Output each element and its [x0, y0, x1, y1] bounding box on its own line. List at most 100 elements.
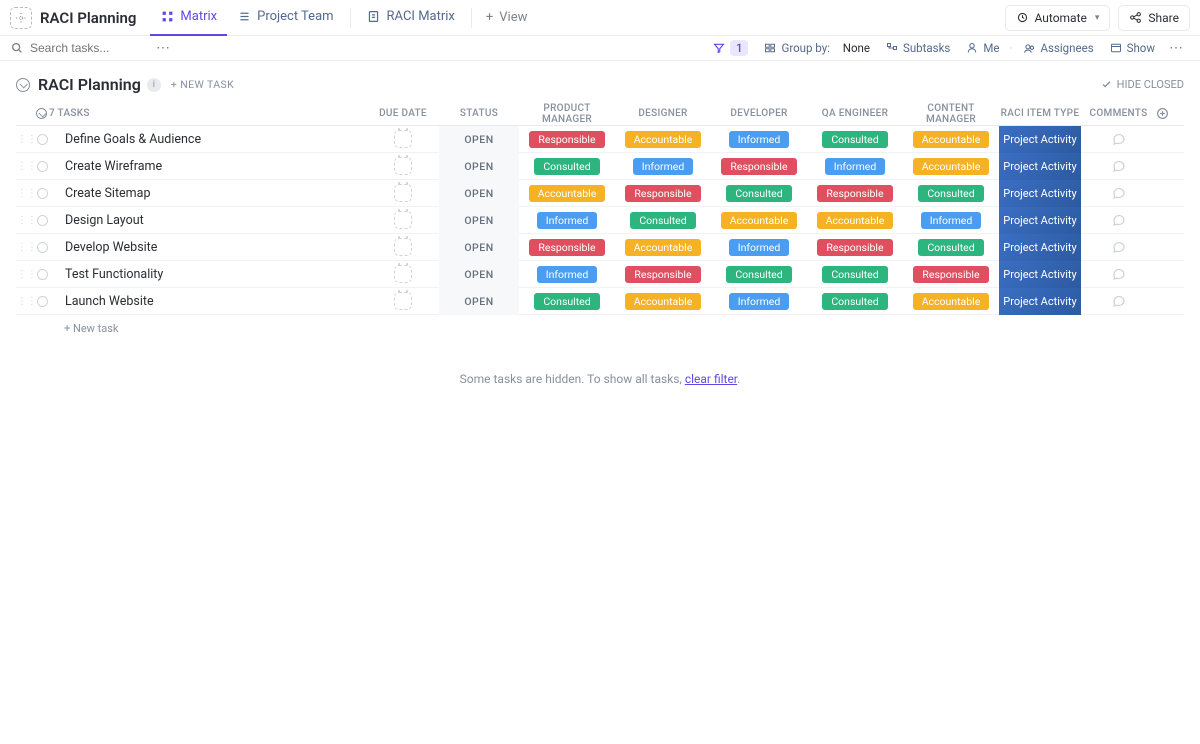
raci-item-type-cell[interactable]: Project Activity	[999, 180, 1081, 207]
filter-button[interactable]: 1	[705, 40, 757, 56]
table-row[interactable]: ⋮⋮ Define Goals & Audience OPEN Responsible…	[16, 126, 1184, 153]
task-checkbox[interactable]	[37, 215, 48, 226]
automate-button[interactable]: Automate ▾	[1005, 5, 1111, 31]
raci-pill-designer[interactable]: Responsible	[625, 266, 700, 283]
subtasks-button[interactable]: Subtasks	[878, 41, 958, 55]
col-qa-engineer[interactable]: QA ENGINEER	[807, 108, 903, 119]
more-icon[interactable]: ⋯	[150, 40, 177, 56]
raci-pill-pm[interactable]: Consulted	[534, 293, 599, 310]
task-name[interactable]: Launch Website	[55, 294, 154, 309]
due-date-placeholder[interactable]	[394, 130, 412, 148]
raci-pill-designer[interactable]: Accountable	[625, 293, 702, 310]
show-button[interactable]: Show	[1102, 41, 1163, 55]
raci-pill-qa[interactable]: Informed	[825, 158, 886, 175]
add-view-button[interactable]: + View	[478, 10, 536, 25]
raci-pill-cm[interactable]: Accountable	[913, 293, 990, 310]
toolbar-more-icon[interactable]: ⋯	[1163, 40, 1190, 56]
task-checkbox[interactable]	[37, 269, 48, 280]
col-status[interactable]: STATUS	[439, 108, 519, 119]
drag-handle-icon[interactable]: ⋮⋮	[17, 134, 31, 145]
task-checkbox[interactable]	[37, 134, 48, 145]
task-checkbox[interactable]	[37, 242, 48, 253]
due-date-placeholder[interactable]	[394, 238, 412, 256]
raci-item-type-cell[interactable]: Project Activity	[999, 288, 1081, 315]
assignees-button[interactable]: Assignees	[1015, 41, 1102, 55]
raci-item-type-cell[interactable]: Project Activity	[999, 234, 1081, 261]
raci-pill-developer[interactable]: Informed	[729, 239, 790, 256]
raci-pill-cm[interactable]: Consulted	[918, 239, 983, 256]
col-designer[interactable]: DESIGNER	[615, 108, 711, 119]
info-icon[interactable]: i	[147, 78, 161, 92]
raci-item-type-cell[interactable]: Project Activity	[999, 207, 1081, 234]
status-cell[interactable]: OPEN	[439, 261, 519, 288]
due-date-placeholder[interactable]	[394, 211, 412, 229]
comment-icon[interactable]	[1111, 185, 1127, 201]
due-date-placeholder[interactable]	[394, 184, 412, 202]
task-name[interactable]: Create Sitemap	[55, 186, 150, 201]
drag-handle-icon[interactable]: ⋮⋮	[17, 242, 31, 253]
raci-pill-qa[interactable]: Responsible	[817, 185, 892, 202]
comment-icon[interactable]	[1111, 131, 1127, 147]
raci-pill-pm[interactable]: Accountable	[529, 185, 606, 202]
due-date-placeholder[interactable]	[394, 265, 412, 283]
status-cell[interactable]: OPEN	[439, 207, 519, 234]
raci-pill-pm[interactable]: Informed	[537, 266, 598, 283]
add-column-button[interactable]	[1156, 107, 1184, 120]
raci-item-type-cell[interactable]: Project Activity	[999, 153, 1081, 180]
raci-pill-qa[interactable]: Accountable	[817, 212, 894, 229]
comment-icon[interactable]	[1111, 158, 1127, 174]
hide-closed-button[interactable]: HIDE CLOSED	[1101, 78, 1184, 91]
raci-pill-pm[interactable]: Responsible	[529, 131, 604, 148]
drag-handle-icon[interactable]: ⋮⋮	[17, 269, 31, 280]
tab-raci-matrix[interactable]: RACI Matrix	[357, 0, 465, 36]
new-task-inline-button[interactable]: + NEW TASK	[171, 78, 234, 91]
raci-pill-qa[interactable]: Responsible	[817, 239, 892, 256]
raci-pill-developer[interactable]: Informed	[729, 293, 790, 310]
task-name[interactable]: Design Layout	[55, 213, 144, 228]
status-cell[interactable]: OPEN	[439, 288, 519, 315]
task-name[interactable]: Develop Website	[55, 240, 157, 255]
raci-pill-designer[interactable]: Responsible	[625, 185, 700, 202]
share-button[interactable]: Share	[1118, 5, 1190, 31]
status-cell[interactable]: OPEN	[439, 126, 519, 153]
tab-project-team[interactable]: Project Team	[227, 0, 343, 36]
raci-pill-cm[interactable]: Responsible	[913, 266, 988, 283]
raci-pill-pm[interactable]: Responsible	[529, 239, 604, 256]
table-row[interactable]: ⋮⋮ Develop Website OPEN Responsible Accounta…	[16, 234, 1184, 261]
raci-pill-developer[interactable]: Consulted	[726, 185, 791, 202]
comment-icon[interactable]	[1111, 212, 1127, 228]
collapse-toggle[interactable]	[16, 78, 30, 92]
raci-pill-developer[interactable]: Accountable	[721, 212, 798, 229]
drag-handle-icon[interactable]: ⋮⋮	[17, 296, 31, 307]
status-cell[interactable]: OPEN	[439, 234, 519, 261]
raci-pill-designer[interactable]: Accountable	[625, 131, 702, 148]
comment-icon[interactable]	[1111, 293, 1127, 309]
table-row[interactable]: ⋮⋮ Launch Website OPEN Consulted Accountable…	[16, 288, 1184, 315]
group-by-button[interactable]: Group by: None	[756, 41, 878, 55]
col-content-manager[interactable]: CONTENT MANAGER	[903, 103, 999, 125]
raci-pill-qa[interactable]: Consulted	[822, 131, 887, 148]
drag-handle-icon[interactable]: ⋮⋮	[17, 161, 31, 172]
raci-pill-qa[interactable]: Consulted	[822, 266, 887, 283]
col-raci-item-type[interactable]: RACI ITEM TYPE	[999, 108, 1081, 119]
due-date-placeholder[interactable]	[394, 292, 412, 310]
task-name[interactable]: Define Goals & Audience	[55, 132, 201, 147]
me-button[interactable]: Me	[958, 41, 1007, 55]
status-cell[interactable]: OPEN	[439, 153, 519, 180]
task-checkbox[interactable]	[37, 296, 48, 307]
raci-pill-cm[interactable]: Consulted	[918, 185, 983, 202]
new-task-row-button[interactable]: + New task	[16, 315, 1184, 342]
col-product-manager[interactable]: PRODUCT MANAGER	[519, 103, 615, 125]
raci-pill-designer[interactable]: Consulted	[630, 212, 695, 229]
drag-handle-icon[interactable]: ⋮⋮	[17, 188, 31, 199]
task-checkbox[interactable]	[37, 188, 48, 199]
task-name[interactable]: Test Functionality	[55, 267, 163, 282]
tab-matrix[interactable]: Matrix	[150, 0, 227, 36]
drag-handle-icon[interactable]: ⋮⋮	[17, 215, 31, 226]
col-developer[interactable]: DEVELOPER	[711, 108, 807, 119]
raci-pill-designer[interactable]: Accountable	[625, 239, 702, 256]
raci-pill-pm[interactable]: Consulted	[534, 158, 599, 175]
raci-pill-qa[interactable]: Consulted	[822, 293, 887, 310]
raci-pill-cm[interactable]: Accountable	[913, 131, 990, 148]
raci-pill-cm[interactable]: Informed	[921, 212, 982, 229]
